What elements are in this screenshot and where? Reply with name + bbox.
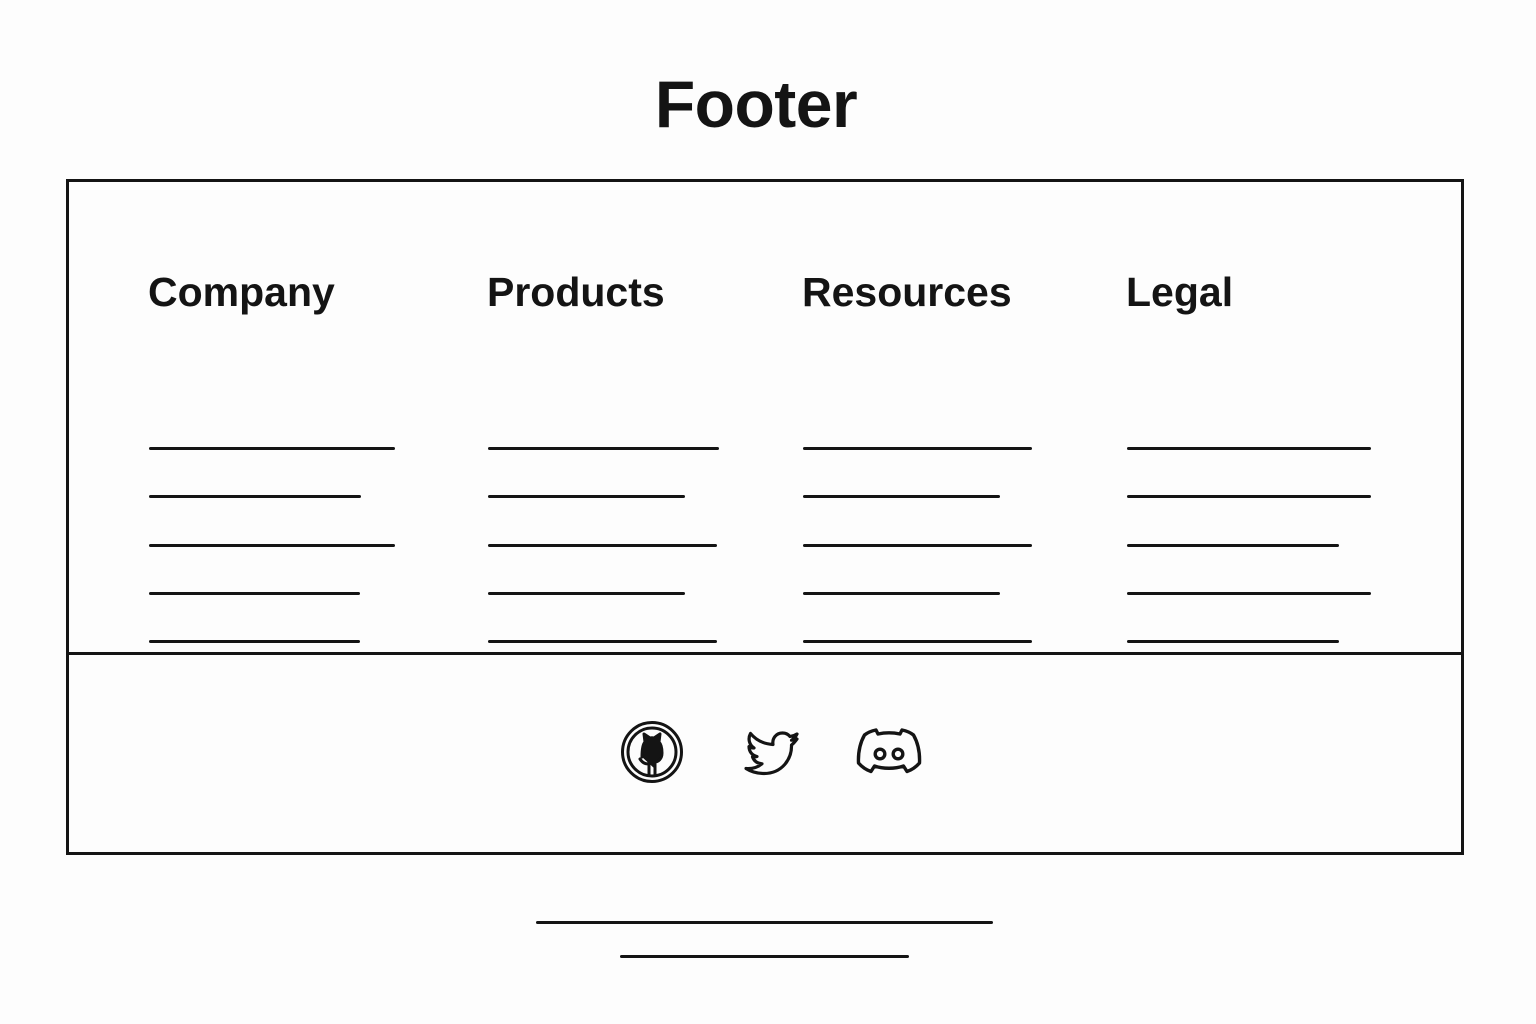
column-heading-products: Products (487, 269, 665, 315)
footer-column-resources: Resources (802, 264, 1032, 643)
column-heading-resources: Resources (802, 269, 1012, 315)
link-placeholder[interactable] (1127, 495, 1371, 498)
page-title: Footer (654, 67, 858, 141)
bottom-text-placeholder (536, 921, 993, 924)
column-heading-legal: Legal (1126, 269, 1234, 315)
footer-wireframe: Company Products Resources Legal (66, 179, 1464, 855)
link-placeholder[interactable] (488, 592, 685, 595)
link-placeholder[interactable] (1127, 447, 1371, 450)
link-placeholder[interactable] (149, 447, 395, 450)
footer-column-products: Products (487, 264, 719, 643)
twitter-icon[interactable] (735, 717, 805, 787)
social-links (69, 717, 1461, 787)
discord-icon[interactable] (854, 717, 924, 787)
column-heading-company: Company (148, 269, 335, 315)
link-placeholder[interactable] (149, 544, 395, 547)
link-placeholder[interactable] (488, 447, 719, 450)
link-placeholder[interactable] (149, 592, 360, 595)
footer-divider (69, 652, 1461, 655)
link-placeholder[interactable] (803, 447, 1032, 450)
footer-column-legal: Legal (1126, 264, 1371, 643)
link-placeholder[interactable] (1127, 640, 1339, 643)
bottom-text-placeholder (620, 955, 909, 958)
link-placeholder[interactable] (488, 640, 717, 643)
link-placeholder[interactable] (1127, 592, 1371, 595)
github-icon[interactable] (617, 717, 687, 787)
link-placeholder[interactable] (803, 495, 1000, 498)
footer-column-company: Company (148, 264, 395, 643)
link-placeholder[interactable] (803, 640, 1032, 643)
link-placeholder[interactable] (803, 592, 1000, 595)
link-placeholder[interactable] (803, 544, 1032, 547)
link-placeholder[interactable] (488, 495, 685, 498)
link-placeholder[interactable] (149, 640, 360, 643)
link-placeholder[interactable] (488, 544, 717, 547)
link-placeholder[interactable] (1127, 544, 1339, 547)
link-placeholder[interactable] (149, 495, 361, 498)
